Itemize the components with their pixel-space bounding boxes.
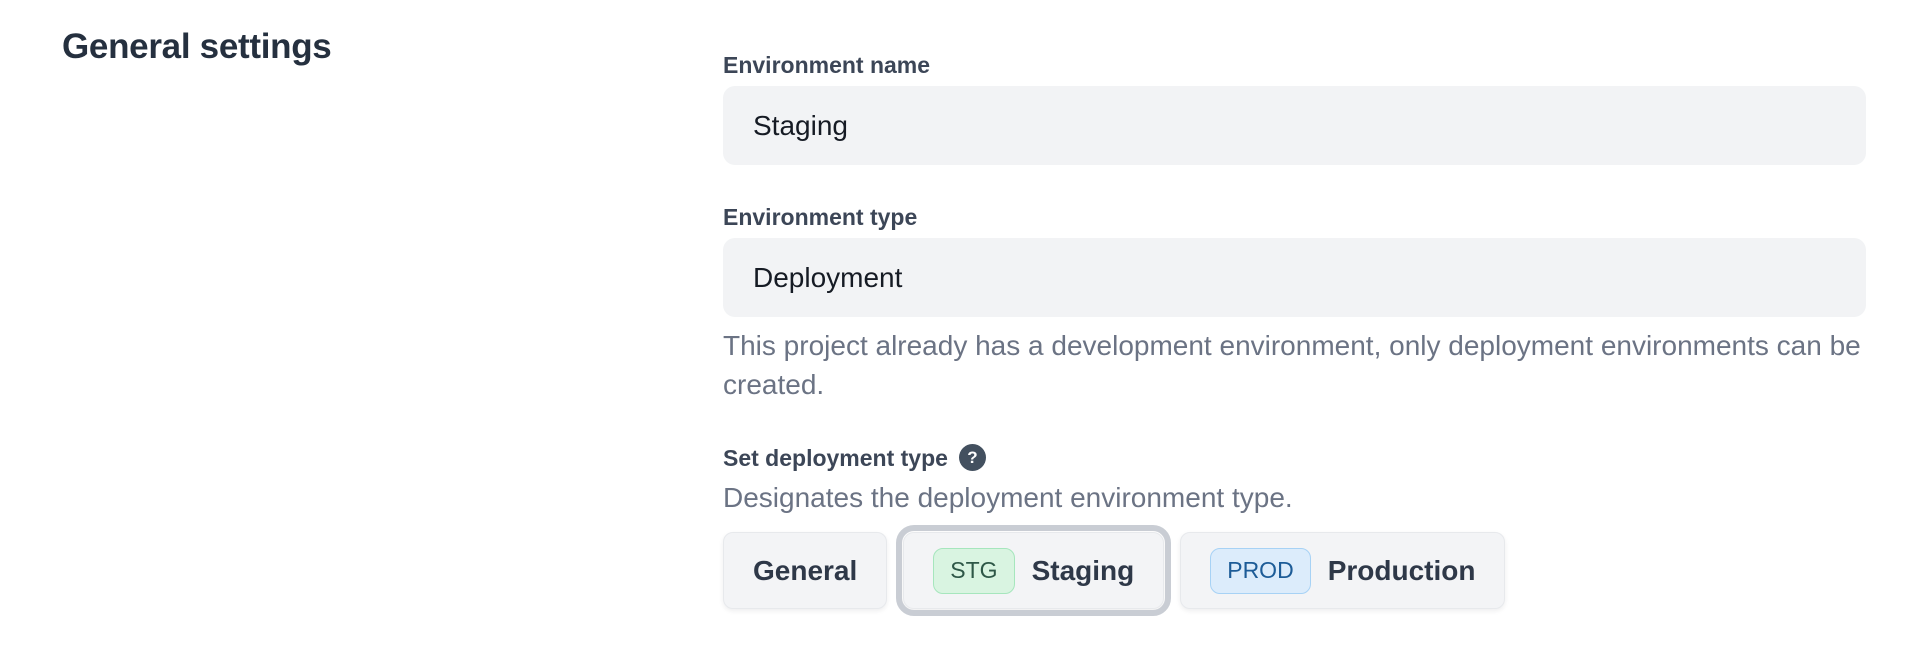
settings-form: Environment name Environment type This p… bbox=[723, 0, 1866, 609]
environment-type-label: Environment type bbox=[723, 205, 1866, 229]
page-title: General settings bbox=[62, 27, 723, 67]
environment-name-label: Environment name bbox=[723, 53, 1866, 77]
question-mark-icon[interactable]: ? bbox=[959, 444, 986, 471]
production-badge: PROD bbox=[1210, 548, 1310, 594]
deployment-type-description: Designates the deployment environment ty… bbox=[723, 481, 1866, 514]
deployment-type-label-row: Set deployment type ? bbox=[723, 444, 1866, 471]
deployment-type-option-general[interactable]: General bbox=[723, 532, 887, 609]
settings-page: General settings Environment name Enviro… bbox=[0, 0, 1916, 609]
staging-badge: STG bbox=[933, 548, 1014, 594]
deployment-type-option-staging[interactable]: STG Staging bbox=[903, 532, 1164, 609]
deployment-type-option-production[interactable]: PROD Production bbox=[1180, 532, 1505, 609]
settings-header-column: General settings bbox=[0, 0, 723, 609]
deployment-type-label: Set deployment type bbox=[723, 446, 948, 470]
environment-type-help-text: This project already has a development e… bbox=[723, 326, 1866, 404]
environment-type-input[interactable] bbox=[723, 238, 1866, 317]
deployment-type-option-production-label: Production bbox=[1328, 555, 1476, 587]
deployment-type-option-staging-label: Staging bbox=[1032, 555, 1135, 587]
deployment-type-option-general-label: General bbox=[753, 555, 857, 587]
deployment-type-options: General STG Staging PROD Production bbox=[723, 532, 1866, 609]
environment-name-input[interactable] bbox=[723, 86, 1866, 165]
